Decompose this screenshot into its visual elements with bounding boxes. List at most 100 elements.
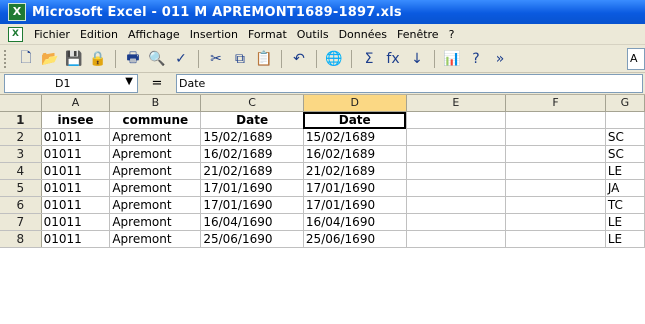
toolbar-grip[interactable] <box>4 49 9 68</box>
column-header-b[interactable]: B <box>109 95 202 112</box>
cell-b5[interactable]: Apremont <box>109 179 202 197</box>
cell-f3[interactable] <box>505 145 606 163</box>
cell-a2[interactable]: 01011 <box>41 128 111 146</box>
cell-g4[interactable]: LE <box>605 162 645 180</box>
cell-d8[interactable]: 25/06/1690 <box>303 230 407 248</box>
spelling-icon[interactable]: ✓ <box>171 49 191 69</box>
cell-g7[interactable]: LE <box>605 213 645 231</box>
workbook-icon[interactable]: X <box>8 26 23 42</box>
autosum-icon[interactable]: Σ <box>359 49 379 69</box>
cell-c7[interactable]: 16/04/1690 <box>200 213 304 231</box>
cell-e8[interactable] <box>406 230 507 248</box>
row-header[interactable]: 2 <box>0 128 42 146</box>
cell-e5[interactable] <box>406 179 507 197</box>
column-header-d[interactable]: D <box>303 95 407 112</box>
row-header[interactable]: 8 <box>0 230 42 248</box>
cell-a3[interactable]: 01011 <box>41 145 111 163</box>
open-icon[interactable]: 📂 <box>40 49 60 69</box>
help-icon[interactable]: ? <box>466 49 486 69</box>
menu-item-3[interactable]: Insertion <box>185 28 243 41</box>
cell-d4[interactable]: 21/02/1689 <box>303 162 407 180</box>
more-icon[interactable]: » <box>490 49 510 69</box>
menu-item-5[interactable]: Outils <box>292 28 334 41</box>
row-header[interactable]: 1 <box>0 111 42 129</box>
function-icon[interactable]: fx <box>383 49 403 69</box>
cell-g5[interactable]: JA <box>605 179 645 197</box>
cell-b7[interactable]: Apremont <box>109 213 202 231</box>
cell-b6[interactable]: Apremont <box>109 196 202 214</box>
cell-f4[interactable] <box>505 162 606 180</box>
cell-c8[interactable]: 25/06/1690 <box>200 230 304 248</box>
cell-a1[interactable]: insee <box>41 111 111 129</box>
menu-item-2[interactable]: Affichage <box>123 28 185 41</box>
print-icon[interactable]: 🖶 <box>123 49 143 69</box>
name-box[interactable]: D1 ▼ <box>4 74 138 93</box>
cell-a7[interactable]: 01011 <box>41 213 111 231</box>
row-header[interactable]: 4 <box>0 162 42 180</box>
menu-item-1[interactable]: Edition <box>75 28 123 41</box>
menu-item-6[interactable]: Données <box>334 28 392 41</box>
cell-e2[interactable] <box>406 128 507 146</box>
column-header-g[interactable]: G <box>605 95 645 112</box>
cell-d7[interactable]: 16/04/1690 <box>303 213 407 231</box>
menu-item-4[interactable]: Format <box>243 28 292 41</box>
column-header-a[interactable]: A <box>41 95 111 112</box>
copy-icon[interactable]: ⧉ <box>230 49 250 69</box>
new-icon[interactable]: 🗋 <box>16 49 36 69</box>
cell-g3[interactable]: SC <box>605 145 645 163</box>
cell-d2[interactable]: 15/02/1689 <box>303 128 407 146</box>
cell-f8[interactable] <box>505 230 606 248</box>
menu-item-7[interactable]: Fenêtre <box>392 28 444 41</box>
cell-a8[interactable]: 01011 <box>41 230 111 248</box>
cell-a5[interactable]: 01011 <box>41 179 111 197</box>
cell-c4[interactable]: 21/02/1689 <box>200 162 304 180</box>
cell-c3[interactable]: 16/02/1689 <box>200 145 304 163</box>
cell-d6[interactable]: 17/01/1690 <box>303 196 407 214</box>
cell-b1[interactable]: commune <box>109 111 202 129</box>
cell-e1[interactable] <box>406 111 507 129</box>
chart-icon[interactable]: 📊 <box>442 49 462 69</box>
row-header[interactable]: 7 <box>0 213 42 231</box>
cell-b8[interactable]: Apremont <box>109 230 202 248</box>
cell-g2[interactable]: SC <box>605 128 645 146</box>
formula-input[interactable]: Date <box>176 74 643 93</box>
permission-icon[interactable]: 🔒 <box>88 49 108 69</box>
font-name-box[interactable]: A <box>627 48 645 70</box>
cell-a6[interactable]: 01011 <box>41 196 111 214</box>
cell-c5[interactable]: 17/01/1690 <box>200 179 304 197</box>
column-header-e[interactable]: E <box>406 95 507 112</box>
cell-f6[interactable] <box>505 196 606 214</box>
print-preview-icon[interactable]: 🔍 <box>147 49 167 69</box>
menu-item-0[interactable]: Fichier <box>29 28 75 41</box>
row-header[interactable]: 6 <box>0 196 42 214</box>
cell-f5[interactable] <box>505 179 606 197</box>
menu-item-8[interactable]: ? <box>444 28 460 41</box>
cell-c2[interactable]: 15/02/1689 <box>200 128 304 146</box>
cell-c1[interactable]: Date <box>200 111 304 129</box>
cell-d1[interactable]: Date <box>303 111 407 129</box>
cell-c6[interactable]: 17/01/1690 <box>200 196 304 214</box>
cell-g8[interactable]: LE <box>605 230 645 248</box>
cell-b2[interactable]: Apremont <box>109 128 202 146</box>
cell-e4[interactable] <box>406 162 507 180</box>
save-icon[interactable]: 💾 <box>64 49 84 69</box>
cell-b4[interactable]: Apremont <box>109 162 202 180</box>
cell-a4[interactable]: 01011 <box>41 162 111 180</box>
row-header[interactable]: 5 <box>0 179 42 197</box>
cell-e3[interactable] <box>406 145 507 163</box>
cell-d5[interactable]: 17/01/1690 <box>303 179 407 197</box>
undo-icon[interactable]: ↶ <box>289 49 309 69</box>
cell-f1[interactable] <box>505 111 606 129</box>
hyperlink-icon[interactable]: 🌐 <box>324 49 344 69</box>
cell-e7[interactable] <box>406 213 507 231</box>
dropdown-arrow-icon[interactable]: ▼ <box>125 76 133 87</box>
cut-icon[interactable]: ✂ <box>206 49 226 69</box>
excel-icon[interactable]: X <box>8 3 26 21</box>
row-header[interactable]: 3 <box>0 145 42 163</box>
cell-f2[interactable] <box>505 128 606 146</box>
column-header-f[interactable]: F <box>505 95 606 112</box>
cell-g6[interactable]: TC <box>605 196 645 214</box>
cell-e6[interactable] <box>406 196 507 214</box>
column-header-c[interactable]: C <box>200 95 304 112</box>
cell-f7[interactable] <box>505 213 606 231</box>
